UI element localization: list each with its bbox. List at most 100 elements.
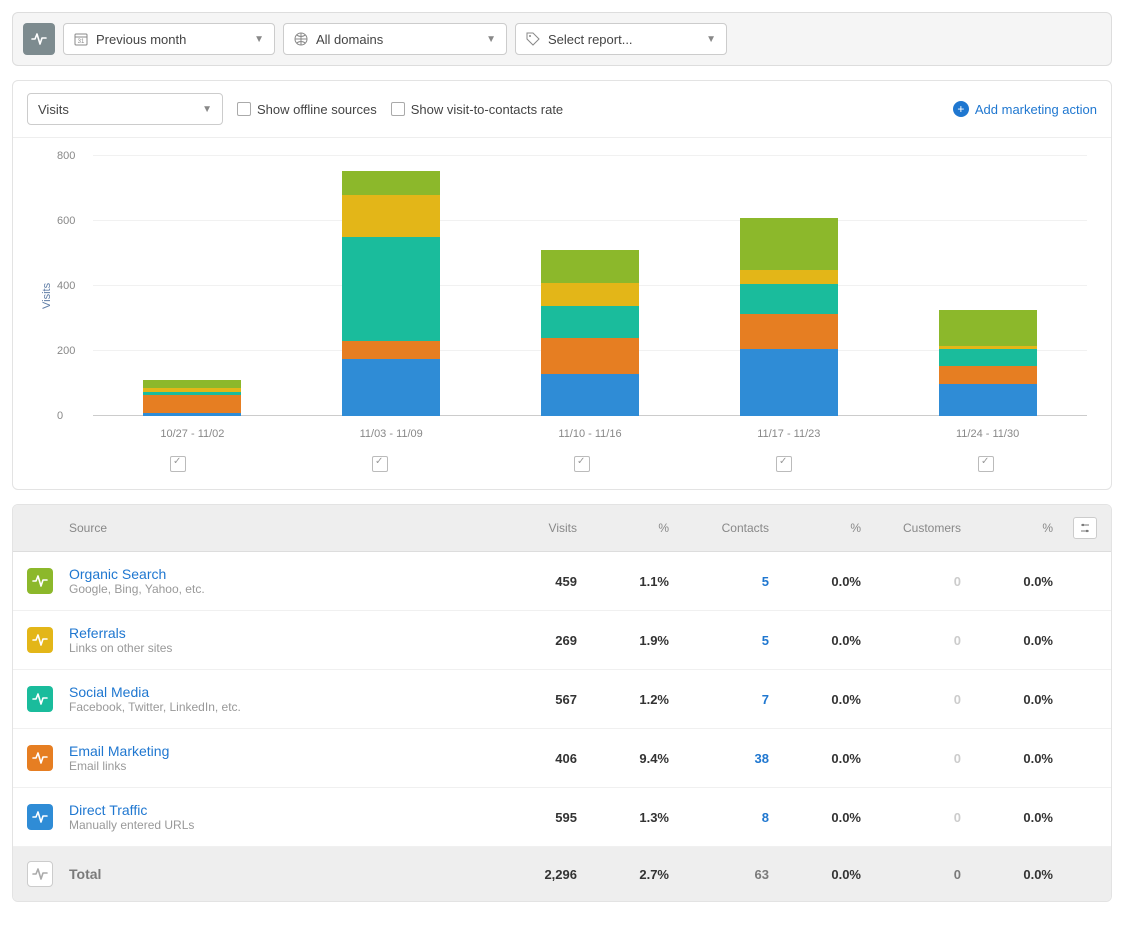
- y-axis-label: Visits: [37, 146, 53, 446]
- header-contacts-pct: %: [769, 521, 861, 535]
- period-dropdown[interactable]: 31 Previous month ▼: [63, 23, 275, 55]
- y-tick-label: 200: [57, 345, 75, 357]
- calendar-check-icon[interactable]: [574, 456, 590, 472]
- show-offline-label: Show offline sources: [257, 102, 377, 117]
- header-customers: Customers: [861, 521, 961, 535]
- calendar-check-icon[interactable]: [776, 456, 792, 472]
- visits-pct: 1.9%: [577, 633, 669, 648]
- source-title[interactable]: Social Media: [69, 684, 477, 700]
- bar-segment: [939, 310, 1037, 346]
- domain-dropdown[interactable]: All domains ▼: [283, 23, 507, 55]
- calendar-check-icon[interactable]: [978, 456, 994, 472]
- y-tick-label: 800: [57, 150, 75, 162]
- report-label: Select report...: [548, 32, 633, 47]
- metric-label: Visits: [38, 102, 69, 117]
- chart-bar[interactable]: [143, 380, 241, 416]
- contacts-value[interactable]: 7: [669, 692, 769, 707]
- customers-value: 0: [861, 751, 961, 766]
- checkbox-icon: [237, 102, 251, 116]
- header-visits: Visits: [477, 521, 577, 535]
- show-rate-label: Show visit-to-contacts rate: [411, 102, 563, 117]
- source-icon: [27, 804, 53, 830]
- show-rate-checkbox[interactable]: Show visit-to-contacts rate: [391, 102, 563, 117]
- chart-bar[interactable]: [939, 310, 1037, 416]
- calendar-markers-row: [77, 456, 1087, 475]
- customers-value: 0: [861, 633, 961, 648]
- customers-pct: 0.0%: [961, 751, 1053, 766]
- contacts-value[interactable]: 5: [669, 574, 769, 589]
- analytics-icon-button[interactable]: [23, 23, 55, 55]
- customers-pct: 0.0%: [961, 633, 1053, 648]
- bar-segment: [740, 218, 838, 270]
- chevron-down-icon: ▼: [202, 104, 212, 115]
- add-marketing-action-button[interactable]: + Add marketing action: [953, 101, 1097, 117]
- plus-circle-icon: +: [953, 101, 969, 117]
- show-offline-checkbox[interactable]: Show offline sources: [237, 102, 377, 117]
- visits-value: 269: [477, 633, 577, 648]
- metric-dropdown[interactable]: Visits ▼: [27, 93, 223, 125]
- customers-pct: 0.0%: [961, 574, 1053, 589]
- chart-area: Visits 0200400600800 10/27 - 11/0211/03 …: [13, 138, 1111, 489]
- customers-pct: 0.0%: [961, 692, 1053, 707]
- source-icon: [27, 686, 53, 712]
- bar-segment: [740, 270, 838, 285]
- visits-value: 595: [477, 810, 577, 825]
- globe-icon: [294, 32, 308, 46]
- source-title[interactable]: Direct Traffic: [69, 802, 477, 818]
- table-row: ReferralsLinks on other sites2691.9%50.0…: [13, 611, 1111, 670]
- header-customers-pct: %: [961, 521, 1053, 535]
- bar-segment: [342, 237, 440, 341]
- checkbox-icon: [391, 102, 405, 116]
- contacts-pct: 0.0%: [769, 692, 861, 707]
- header-source: Source: [69, 521, 477, 535]
- chart-bar[interactable]: [541, 250, 639, 416]
- y-tick-label: 600: [57, 215, 75, 227]
- x-tick-label: 11/24 - 11/30: [888, 428, 1087, 440]
- bar-segment: [143, 380, 241, 388]
- chevron-down-icon: ▼: [254, 34, 264, 45]
- total-customers-pct: 0.0%: [961, 867, 1053, 882]
- bar-segment: [342, 195, 440, 237]
- report-dropdown[interactable]: Select report... ▼: [515, 23, 727, 55]
- bar-segment: [143, 395, 241, 413]
- bar-segment: [342, 341, 440, 359]
- contacts-pct: 0.0%: [769, 751, 861, 766]
- top-toolbar: 31 Previous month ▼ All domains ▼ Select…: [12, 12, 1112, 66]
- bar-segment: [342, 359, 440, 416]
- total-label: Total: [69, 866, 477, 882]
- chart-bar[interactable]: [740, 218, 838, 416]
- chart-bar[interactable]: [342, 171, 440, 416]
- bar-segment: [740, 284, 838, 313]
- visits-pct: 1.2%: [577, 692, 669, 707]
- visits-pct: 1.1%: [577, 574, 669, 589]
- table-header-row: Source Visits % Contacts % Customers %: [13, 505, 1111, 552]
- add-action-label: Add marketing action: [975, 102, 1097, 117]
- chart-plot[interactable]: 0200400600800 10/27 - 11/0211/03 - 11/09…: [53, 146, 1087, 446]
- x-tick-label: 11/17 - 11/23: [689, 428, 888, 440]
- total-visits-pct: 2.7%: [577, 867, 669, 882]
- contacts-pct: 0.0%: [769, 633, 861, 648]
- x-tick-label: 11/10 - 11/16: [491, 428, 690, 440]
- sources-table: Source Visits % Contacts % Customers % O…: [12, 504, 1112, 902]
- calendar-check-icon[interactable]: [170, 456, 186, 472]
- table-row: Organic SearchGoogle, Bing, Yahoo, etc.4…: [13, 552, 1111, 611]
- visits-value: 459: [477, 574, 577, 589]
- pulse-icon: [31, 31, 47, 47]
- contacts-value[interactable]: 38: [669, 751, 769, 766]
- bar-segment: [541, 250, 639, 283]
- customers-value: 0: [861, 810, 961, 825]
- sliders-icon: [1079, 522, 1091, 534]
- y-tick-label: 0: [57, 410, 63, 422]
- contacts-value[interactable]: 8: [669, 810, 769, 825]
- table-settings-button[interactable]: [1073, 517, 1097, 539]
- x-tick-label: 11/03 - 11/09: [292, 428, 491, 440]
- calendar-check-icon[interactable]: [372, 456, 388, 472]
- total-icon: [27, 861, 53, 887]
- contacts-pct: 0.0%: [769, 810, 861, 825]
- contacts-value[interactable]: 5: [669, 633, 769, 648]
- bar-segment: [541, 283, 639, 306]
- customers-value: 0: [861, 574, 961, 589]
- source-title[interactable]: Email Marketing: [69, 743, 477, 759]
- source-title[interactable]: Organic Search: [69, 566, 477, 582]
- source-title[interactable]: Referrals: [69, 625, 477, 641]
